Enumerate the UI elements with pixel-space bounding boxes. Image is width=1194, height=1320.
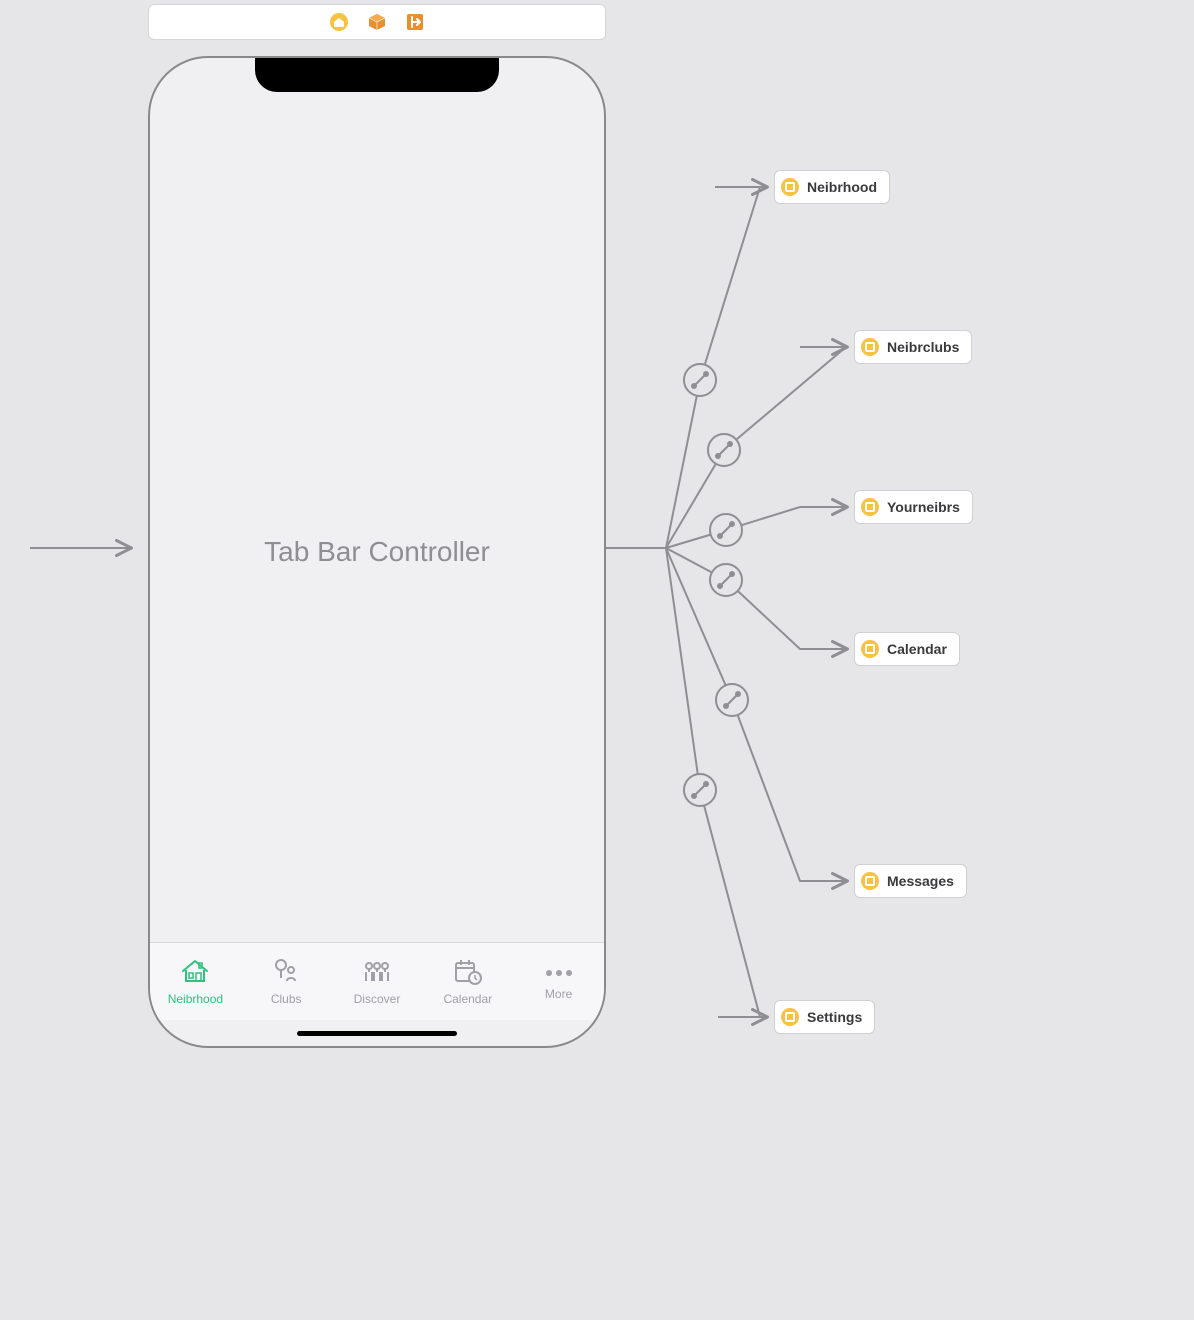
tab-clubs[interactable]: Clubs — [241, 943, 332, 1020]
destination-yourneibrs[interactable]: Yourneibrs — [854, 490, 973, 524]
tree-people-icon — [270, 957, 302, 988]
house-icon — [179, 957, 211, 988]
tab-discover[interactable]: Discover — [332, 943, 423, 1020]
viewcontroller-icon — [781, 178, 799, 196]
destination-settings[interactable]: Settings — [774, 1000, 875, 1034]
calendar-clock-icon — [452, 957, 484, 988]
cube-icon[interactable] — [368, 13, 386, 31]
chip-label: Neibrclubs — [887, 339, 959, 355]
viewcontroller-icon — [861, 872, 879, 890]
tab-bar: Neibrhood Clubs — [150, 942, 604, 1020]
chip-label: Yourneibrs — [887, 499, 960, 515]
house-circle-icon[interactable] — [330, 13, 348, 31]
destination-neibrhood[interactable]: Neibrhood — [774, 170, 890, 204]
tab-label: Discover — [354, 992, 401, 1006]
scene-title: Tab Bar Controller — [150, 58, 604, 1046]
destination-messages[interactable]: Messages — [854, 864, 967, 898]
viewcontroller-icon — [781, 1008, 799, 1026]
tab-calendar[interactable]: Calendar — [422, 943, 513, 1020]
chip-label: Settings — [807, 1009, 862, 1025]
tab-label: Clubs — [271, 992, 302, 1006]
home-indicator — [297, 1031, 457, 1036]
chip-label: Neibrhood — [807, 179, 877, 195]
destination-calendar[interactable]: Calendar — [854, 632, 960, 666]
chip-label: Messages — [887, 873, 954, 889]
scene-toolbar — [148, 4, 606, 40]
viewcontroller-icon — [861, 640, 879, 658]
more-icon — [546, 970, 572, 976]
tab-label: Neibrhood — [168, 992, 223, 1006]
tab-more[interactable]: More — [513, 943, 604, 1020]
destination-neibrclubs[interactable]: Neibrclubs — [854, 330, 972, 364]
tab-neibrhood[interactable]: Neibrhood — [150, 943, 241, 1020]
tab-label: More — [545, 987, 572, 1001]
viewcontroller-icon — [861, 338, 879, 356]
people-icon — [361, 957, 393, 988]
viewcontroller-icon — [861, 498, 879, 516]
chip-label: Calendar — [887, 641, 947, 657]
exit-icon[interactable] — [406, 13, 424, 31]
tab-label: Calendar — [443, 992, 492, 1006]
phone-frame: Tab Bar Controller Neibrhood — [148, 56, 606, 1048]
